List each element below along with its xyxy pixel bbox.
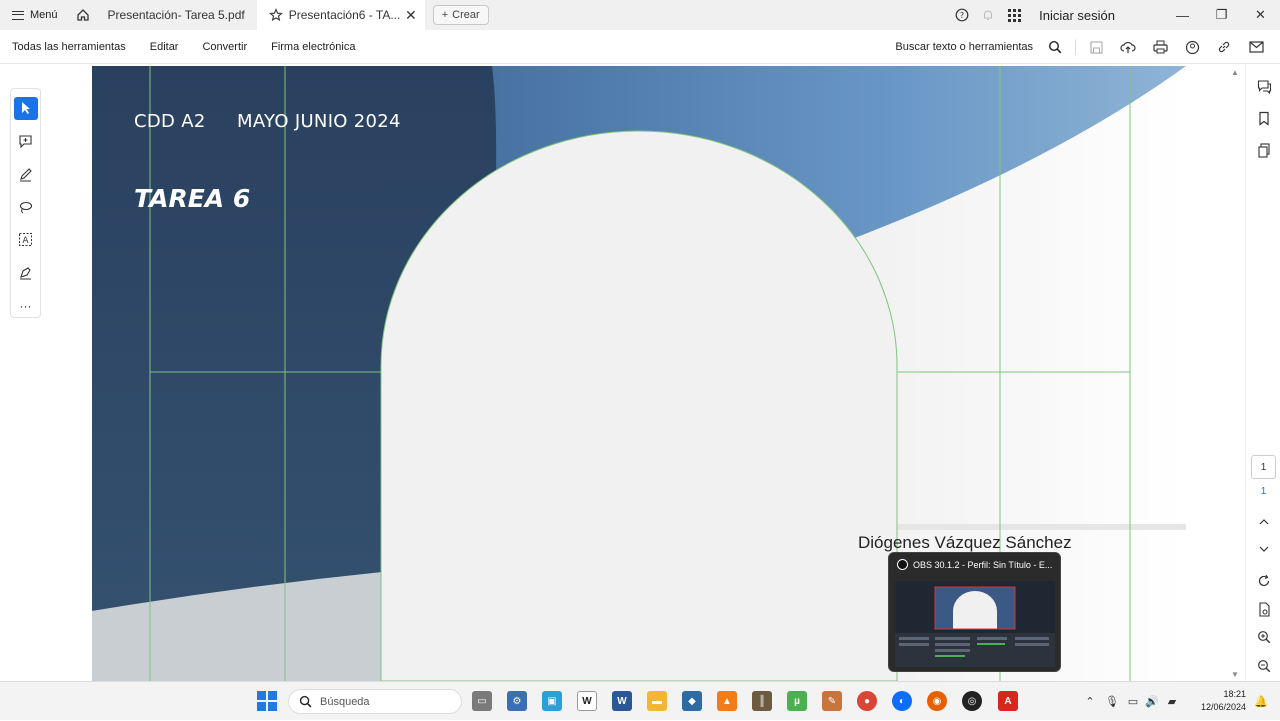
tab-bar: Menú Presentación- Tarea 5.pdf Presentac… <box>0 0 1280 30</box>
svg-text:A: A <box>22 236 29 246</box>
create-button[interactable]: + Crear <box>432 5 489 25</box>
menu-button[interactable]: Menú <box>0 0 70 30</box>
word-icon[interactable]: W <box>612 691 632 711</box>
save-icon[interactable] <box>1080 30 1112 64</box>
page-total: 1 <box>1260 486 1267 497</box>
obs-taskbar-preview[interactable]: OBS 30.1.2 - Perfil: Sin Título - E... <box>888 552 1061 672</box>
text-select-icon[interactable]: A <box>14 228 38 251</box>
windows-taskbar: Búsqueda ▭ ⚙ ▣ W W ▬ ◆ ▲ ║ µ ✎ ● ◐ ◉ ◎ A… <box>0 681 1280 720</box>
course-code: CDD A2 <box>134 111 206 132</box>
tab-presentacion6[interactable]: Presentación6 - TA... ✕ <box>256 0 425 30</box>
outlook-icon[interactable]: ◆ <box>682 691 702 711</box>
author-name: Diógenes Vázquez Sánchez <box>858 533 1072 552</box>
bell-icon[interactable] <box>975 0 1001 30</box>
chrome-icon[interactable]: ● <box>857 691 877 711</box>
chevron-up-icon[interactable] <box>1254 512 1274 532</box>
svg-text:?: ? <box>960 11 964 20</box>
scroll-up-arrow-icon[interactable]: ▲ <box>1231 68 1239 77</box>
zoom-in-icon[interactable] <box>1254 627 1274 647</box>
chevron-down-icon[interactable] <box>1254 539 1274 559</box>
toolbar-divider <box>1075 39 1076 55</box>
tab-label: Presentación- Tarea 5.pdf <box>107 8 245 22</box>
vertical-scrollbar[interactable]: ▲ ▼ <box>1228 66 1242 681</box>
email-icon[interactable] <box>1240 30 1272 64</box>
page-number-input[interactable]: 1 <box>1251 455 1276 479</box>
windows-start-icon[interactable] <box>257 691 277 711</box>
create-label: Crear <box>452 9 480 21</box>
obs-preview-thumbnail <box>895 581 1055 667</box>
vlc-icon[interactable]: ▲ <box>717 691 737 711</box>
star-icon[interactable] <box>268 8 283 22</box>
main-toolbar: Todas las herramientas Editar Convertir … <box>0 30 1280 64</box>
home-button[interactable] <box>70 0 96 30</box>
tray-expand-icon[interactable]: ⌃ <box>1080 695 1100 708</box>
tab-label: Presentación6 - TA... <box>288 8 401 22</box>
obs-window-title: OBS 30.1.2 - Perfil: Sin Título - E... <box>913 559 1053 570</box>
task-view-icon[interactable]: ▭ <box>472 691 492 711</box>
signin-link[interactable]: Iniciar sesión <box>1039 8 1115 23</box>
menu-label: Menú <box>30 9 58 21</box>
link-icon[interactable] <box>1208 30 1240 64</box>
settings-gear-icon[interactable]: ⚙ <box>507 691 527 711</box>
close-window-icon[interactable]: ✕ <box>1241 0 1280 30</box>
obs-studio-icon[interactable]: ◎ <box>962 691 982 711</box>
zoom-out-icon[interactable] <box>1254 656 1274 676</box>
more-tools-icon[interactable]: ··· <box>14 294 38 317</box>
menu-edit[interactable]: Editar <box>138 41 191 53</box>
acrobat-icon[interactable]: A <box>998 691 1018 711</box>
display-icon[interactable]: ▭ <box>1124 695 1142 708</box>
close-tab-icon[interactable]: ✕ <box>405 7 417 24</box>
obs-icon <box>897 559 908 570</box>
firefox-icon[interactable]: ◉ <box>927 691 947 711</box>
plus-icon: + <box>441 9 449 21</box>
search-tools-button[interactable]: Buscar texto o herramientas <box>895 41 1033 53</box>
course-dates: MAYO JUNIO 2024 <box>237 111 401 132</box>
clock-time: 18:21 <box>1223 689 1246 699</box>
share-user-icon[interactable] <box>1176 30 1208 64</box>
search-icon[interactable] <box>1039 30 1071 64</box>
scroll-down-arrow-icon[interactable]: ▼ <box>1231 670 1239 679</box>
tab-tarea5[interactable]: Presentación- Tarea 5.pdf <box>96 0 257 30</box>
restore-icon[interactable]: ❐ <box>1202 0 1241 30</box>
battery-icon[interactable]: ▰ <box>1162 695 1182 708</box>
slide-title: TAREA 6 <box>134 184 251 213</box>
lasso-icon[interactable] <box>14 196 38 219</box>
fill-sign-icon[interactable] <box>14 261 38 284</box>
bookmark-icon[interactable] <box>1254 108 1274 128</box>
file-explorer-icon[interactable]: ▬ <box>647 691 667 711</box>
teams-icon[interactable]: ▣ <box>542 691 562 711</box>
notification-bell-icon[interactable]: 🔔 <box>1252 695 1270 708</box>
select-pointer-icon[interactable] <box>13 97 38 120</box>
wikipedia-icon[interactable]: W <box>577 691 597 711</box>
rotate-icon[interactable] <box>1254 571 1274 591</box>
search-icon <box>299 695 312 708</box>
home-icon <box>76 9 89 21</box>
cloud-upload-icon[interactable] <box>1112 30 1144 64</box>
pen-icon[interactable] <box>14 163 38 186</box>
print-icon[interactable] <box>1144 30 1176 64</box>
comments-icon[interactable] <box>1254 76 1274 96</box>
help-icon[interactable]: ? <box>949 0 975 30</box>
paint-icon[interactable]: ✎ <box>822 691 842 711</box>
microphone-icon[interactable]: 🎙 <box>1100 695 1124 708</box>
taskbar-search-placeholder: Búsqueda <box>320 695 370 708</box>
clock-date: 12/06/2024 <box>1200 702 1246 712</box>
hamburger-icon <box>12 10 24 20</box>
menu-all-tools[interactable]: Todas las herramientas <box>0 41 138 53</box>
volume-icon[interactable]: 🔊 <box>1142 695 1162 708</box>
edge-icon[interactable]: ◐ <box>892 691 912 711</box>
utorrent-icon[interactable]: µ <box>787 691 807 711</box>
menu-e-signature[interactable]: Firma electrónica <box>259 41 367 53</box>
pages-icon[interactable] <box>1254 140 1274 160</box>
apps-grid-icon[interactable] <box>1001 0 1027 30</box>
taskbar-clock[interactable]: 18:21 12/06/2024 <box>1188 688 1246 714</box>
add-comment-icon[interactable] <box>14 130 38 153</box>
taskbar-search-input[interactable]: Búsqueda <box>288 689 462 714</box>
minimize-icon[interactable]: — <box>1163 0 1202 30</box>
page-settings-icon[interactable] <box>1254 599 1274 619</box>
right-rail: 1 1 <box>1245 64 1280 681</box>
menu-convert[interactable]: Convertir <box>190 41 259 53</box>
tool-panel: A ··· <box>10 88 41 318</box>
library-icon[interactable]: ║ <box>752 691 772 711</box>
